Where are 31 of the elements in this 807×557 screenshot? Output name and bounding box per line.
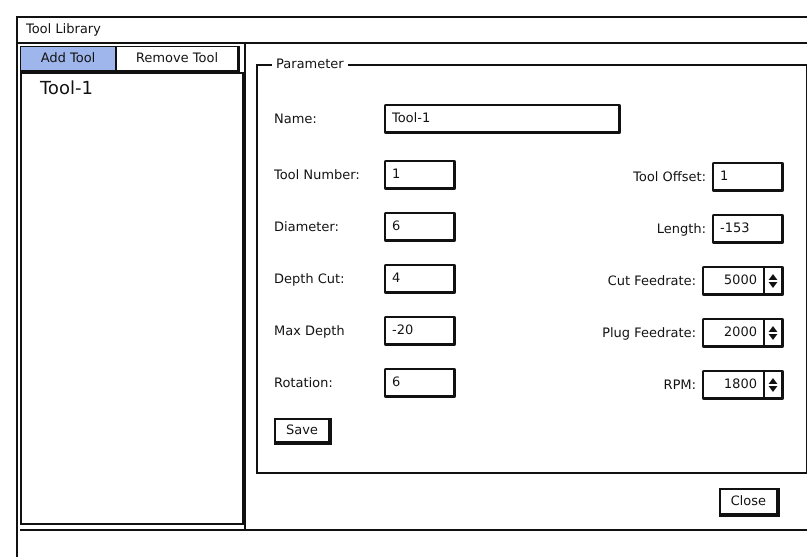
close-button[interactable]: Close [718, 488, 780, 517]
input-field[interactable]: -153 [712, 214, 784, 244]
field-label: Length: [656, 222, 706, 236]
tab[interactable]: Remove Tool [116, 46, 240, 72]
field-label: Name: [274, 112, 318, 126]
number-spinner[interactable]: 2000 [702, 318, 784, 348]
field-label: Tool Number: [274, 168, 361, 182]
field-label: Max Depth [274, 324, 346, 338]
input-field[interactable]: 1 [384, 160, 456, 190]
input-field[interactable]: 4 [384, 264, 456, 294]
input-field[interactable]: 6 [384, 212, 456, 242]
field-label: Cut Feedrate: [608, 274, 696, 288]
number-spinner[interactable]: 1800 [702, 370, 784, 400]
field-label: Depth Cut: [274, 272, 346, 286]
window-title: Tool Library [18, 18, 807, 44]
up-down-arrows-icon[interactable] [768, 324, 778, 340]
number-spinner[interactable]: 5000 [702, 266, 784, 296]
field-label: Rotation: [274, 376, 334, 390]
input-field[interactable]: 6 [384, 368, 456, 398]
list-item[interactable]: Tool-1 [38, 78, 95, 99]
field-label: Plug Feedrate: [602, 326, 696, 340]
up-down-arrows-icon[interactable] [768, 376, 778, 392]
field-label: Tool Offset: [633, 170, 706, 184]
input-field[interactable]: -20 [384, 316, 456, 346]
name-field[interactable]: Tool-1 [384, 104, 621, 134]
field-label: RPM: [664, 378, 696, 392]
field-label: Diameter: [274, 220, 340, 234]
tab[interactable]: Add Tool [20, 46, 116, 72]
up-down-arrows-icon[interactable] [768, 272, 778, 288]
save-button[interactable]: Save [274, 418, 332, 445]
input-field[interactable]: 1 [712, 162, 784, 192]
